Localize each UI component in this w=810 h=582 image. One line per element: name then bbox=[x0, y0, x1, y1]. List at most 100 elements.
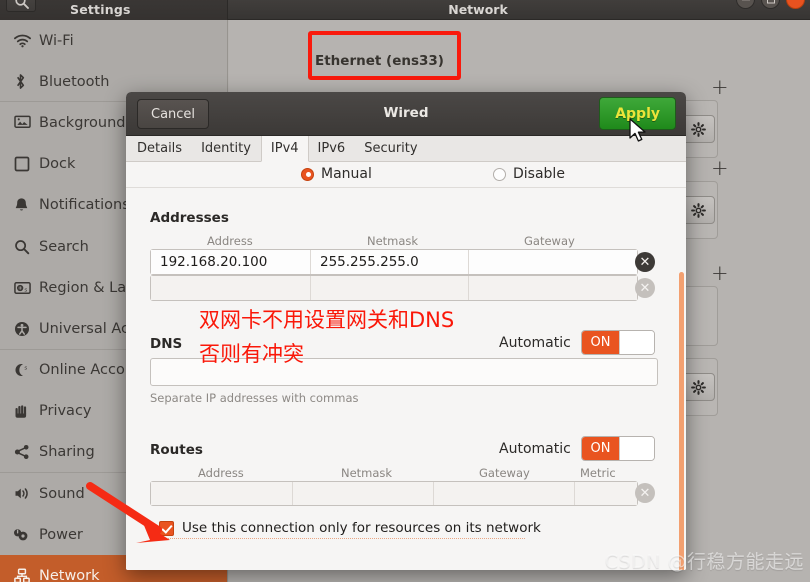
dns-automatic-label: Automatic bbox=[499, 335, 571, 351]
address-row-2-netmask[interactable] bbox=[311, 276, 469, 300]
tab-identity[interactable]: Identity bbox=[192, 136, 261, 161]
routes-col-netmask: Netmask bbox=[341, 466, 393, 480]
region-icon: s bbox=[14, 281, 39, 295]
add-ethernet-button-3[interactable]: + bbox=[711, 263, 729, 284]
sidebar-item-label: Notifications bbox=[39, 197, 130, 214]
addresses-col-netmask: Netmask bbox=[367, 234, 419, 248]
addresses-col-gateway: Gateway bbox=[524, 234, 575, 248]
radio-disable-dot bbox=[493, 167, 506, 181]
sidebar-item-label: Privacy bbox=[39, 403, 92, 420]
routes-col-gateway: Gateway bbox=[479, 466, 530, 480]
online-accounts-icon: s bbox=[14, 362, 39, 378]
screenshot-root: Network Settings Ethernet (ens33) + + + … bbox=[0, 0, 810, 582]
close-button[interactable] bbox=[786, 0, 805, 9]
dialog-header: Cancel Wired Apply bbox=[126, 92, 686, 136]
routes-automatic-toggle[interactable]: ON bbox=[581, 436, 655, 461]
network-icon bbox=[14, 568, 39, 582]
address-row-1-netmask[interactable]: 255.255.255.0 bbox=[311, 250, 469, 274]
gear-icon bbox=[690, 379, 706, 395]
annotation-note-line2: 否则有冲突 bbox=[199, 342, 304, 366]
delete-circle-icon-address-2[interactable]: ✕ bbox=[635, 278, 655, 298]
tab-ipv6[interactable]: IPv6 bbox=[309, 136, 356, 161]
radio-manual-label: Manual bbox=[321, 166, 372, 182]
add-ethernet-button[interactable]: + bbox=[711, 77, 729, 98]
dialog-scrollbar[interactable] bbox=[679, 272, 684, 570]
dialog-tabs: Details Identity IPv4 IPv6 Security bbox=[126, 136, 686, 162]
background-icon bbox=[14, 115, 39, 130]
tab-security[interactable]: Security bbox=[355, 136, 427, 161]
dns-toggle-state: ON bbox=[582, 331, 619, 354]
route-row-1-gateway[interactable] bbox=[434, 482, 575, 505]
focus-outline bbox=[157, 538, 525, 539]
dns-automatic-toggle[interactable]: ON bbox=[581, 330, 655, 355]
dns-toggle-knob bbox=[619, 331, 654, 354]
settings-app-title: Settings bbox=[70, 2, 131, 17]
dns-section-title: DNS bbox=[150, 336, 183, 352]
sidebar-item-label: Power bbox=[39, 526, 83, 543]
sidebar-item-label: Network bbox=[39, 568, 100, 582]
ethernet-settings-gear-1[interactable] bbox=[681, 115, 715, 143]
dns-hint: Separate IP addresses with commas bbox=[150, 391, 359, 405]
method-divider bbox=[126, 187, 686, 188]
ethernet-settings-gear-3[interactable] bbox=[681, 373, 715, 401]
wifi-icon bbox=[14, 34, 39, 48]
delete-circle-icon-route-1[interactable]: ✕ bbox=[635, 483, 655, 503]
settings-panel-title: Network bbox=[448, 2, 508, 17]
sidebar-item-label: Sharing bbox=[39, 444, 95, 461]
sidebar-item-label: Dock bbox=[39, 156, 76, 173]
svg-text:s: s bbox=[24, 287, 27, 293]
address-row-2-gateway[interactable] bbox=[469, 276, 637, 300]
route-row-1-netmask[interactable] bbox=[293, 482, 434, 505]
sidebar-item-label: Bluetooth bbox=[39, 73, 110, 90]
settings-titlebar-left: Settings bbox=[0, 0, 228, 20]
ethernet-settings-gear-2[interactable] bbox=[681, 196, 715, 224]
addresses-col-address: Address bbox=[207, 234, 253, 248]
settings-titlebar: Network Settings bbox=[0, 0, 810, 20]
bell-icon bbox=[14, 197, 39, 213]
share-icon bbox=[14, 444, 39, 460]
ethernet-highlight-box bbox=[308, 31, 461, 80]
address-row-1-address[interactable]: 192.168.20.100 bbox=[151, 250, 311, 274]
restrict-connection-label: Use this connection only for resources o… bbox=[182, 520, 541, 536]
search-icon bbox=[14, 239, 39, 255]
annotation-arrow bbox=[86, 482, 170, 543]
radio-manual-dot bbox=[301, 167, 314, 181]
speaker-icon bbox=[14, 486, 39, 501]
radio-disable[interactable]: Disable bbox=[493, 166, 565, 182]
power-gear-icon bbox=[14, 527, 39, 543]
mouse-cursor bbox=[629, 118, 646, 142]
gear-icon bbox=[690, 121, 706, 137]
restrict-connection-checkbox[interactable]: Use this connection only for resources o… bbox=[159, 520, 541, 536]
gear-icon bbox=[690, 202, 706, 218]
routes-toggle-knob bbox=[619, 437, 654, 460]
sidebar-item-label: Search bbox=[39, 238, 89, 255]
routes-automatic-label: Automatic bbox=[499, 441, 571, 457]
sidebar-item-label: Wi-Fi bbox=[39, 32, 74, 49]
routes-col-metric: Metric bbox=[580, 466, 616, 480]
sidebar-item-label: Sound bbox=[39, 485, 85, 502]
search-glyph bbox=[15, 0, 29, 9]
privacy-hand-icon bbox=[14, 403, 39, 419]
maximize-button[interactable] bbox=[761, 0, 780, 9]
sidebar-item-label: Background bbox=[39, 114, 126, 131]
radio-manual[interactable]: Manual bbox=[301, 166, 372, 182]
window-controls bbox=[736, 0, 805, 9]
delete-circle-icon-address-1[interactable]: ✕ bbox=[635, 252, 655, 272]
address-row-1-gateway[interactable] bbox=[469, 250, 637, 274]
annotation-note-line1: 双网卡不用设置网关和DNS bbox=[199, 308, 455, 332]
routes-col-address: Address bbox=[198, 466, 244, 480]
radio-disable-label: Disable bbox=[513, 166, 565, 182]
search-icon[interactable] bbox=[6, 0, 36, 12]
minimize-button[interactable] bbox=[736, 0, 755, 9]
address-row-2 bbox=[150, 275, 638, 301]
svg-text:s: s bbox=[24, 366, 27, 372]
route-row-1 bbox=[150, 481, 638, 506]
add-ethernet-button-2[interactable]: + bbox=[711, 158, 729, 179]
sidebar-item-wi-fi[interactable]: Wi-Fi bbox=[0, 20, 227, 61]
tab-details[interactable]: Details bbox=[128, 136, 192, 161]
bluetooth-icon bbox=[14, 73, 39, 90]
tab-ipv4[interactable]: IPv4 bbox=[260, 136, 309, 162]
route-row-1-metric[interactable] bbox=[575, 482, 637, 505]
address-row-1: 192.168.20.100 255.255.255.0 bbox=[150, 249, 638, 275]
address-row-2-address[interactable] bbox=[151, 276, 311, 300]
